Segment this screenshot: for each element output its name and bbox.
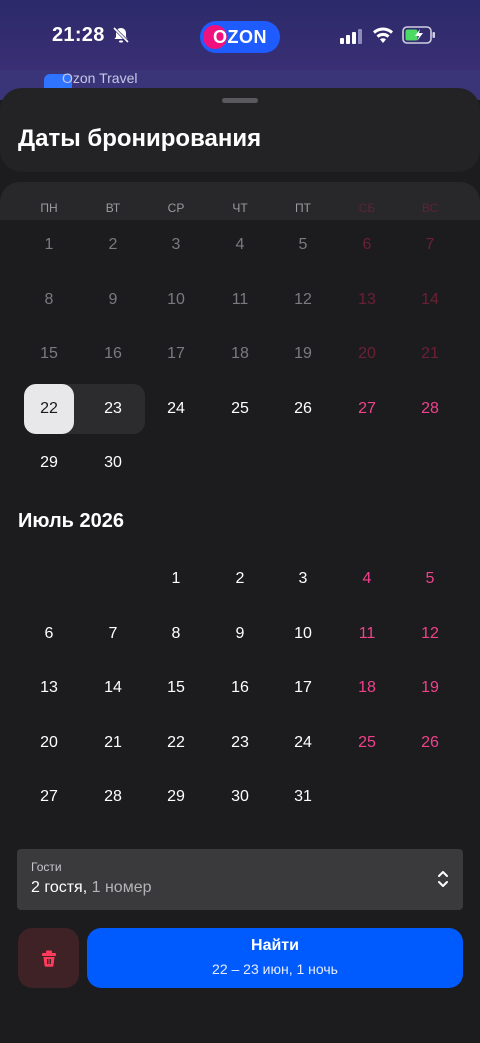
guests-selector[interactable]: Гости 2 гостя, 1 номер xyxy=(17,849,463,910)
calendar-day[interactable]: 25 xyxy=(342,718,392,768)
calendar-day[interactable]: 8 xyxy=(151,609,201,659)
calendar-day[interactable]: 30 xyxy=(88,438,138,488)
calendar-day[interactable]: 14 xyxy=(88,663,138,713)
calendar-day[interactable]: 30 xyxy=(215,772,265,822)
calendar-day[interactable]: 6 xyxy=(342,220,392,270)
calendar-day[interactable]: 7 xyxy=(88,609,138,659)
calendar-day[interactable]: 9 xyxy=(215,609,265,659)
weekday-label: ПН xyxy=(40,201,58,215)
calendar-day[interactable]: 22 xyxy=(24,383,74,434)
status-bar: 21:28 OZON xyxy=(0,0,480,70)
calendar-day[interactable]: 9 xyxy=(88,275,138,325)
calendar-day[interactable]: 21 xyxy=(405,329,455,379)
calendar-day[interactable]: 3 xyxy=(278,554,328,604)
calendar-day[interactable]: 16 xyxy=(215,663,265,713)
ozon-badge-text: OZON xyxy=(213,26,267,47)
calendar-day[interactable]: 12 xyxy=(405,609,455,659)
calendar-day[interactable]: 14 xyxy=(405,275,455,325)
calendar-day[interactable]: 27 xyxy=(342,384,392,434)
calendar-day[interactable]: 10 xyxy=(278,609,328,659)
calendar-day[interactable]: 5 xyxy=(405,554,455,604)
calendar-day[interactable]: 16 xyxy=(88,329,138,379)
calendar-day[interactable]: 18 xyxy=(342,663,392,713)
calendar-day[interactable]: 28 xyxy=(405,384,455,434)
calendar-day[interactable]: 17 xyxy=(151,329,201,379)
weekday-label: СБ xyxy=(358,201,376,215)
guests-label: Гости xyxy=(31,860,62,874)
calendar-day[interactable]: 2 xyxy=(88,220,138,270)
calendar-day[interactable]: 11 xyxy=(342,609,392,659)
weekday-label: ЧТ xyxy=(232,201,248,215)
calendar-day[interactable]: 7 xyxy=(405,220,455,270)
bell-muted-icon xyxy=(112,26,130,44)
status-time: 21:28 xyxy=(52,24,105,46)
sheet-grabber[interactable] xyxy=(222,98,258,103)
calendar-day[interactable]: 4 xyxy=(215,220,265,270)
calendar-day[interactable]: 11 xyxy=(215,275,265,325)
calendar-day[interactable]: 29 xyxy=(151,772,201,822)
battery-charging-icon xyxy=(402,26,435,44)
calendar-day[interactable]: 18 xyxy=(215,329,265,379)
month-title-july: Июль 2026 xyxy=(18,510,125,532)
calendar-day[interactable]: 13 xyxy=(24,663,74,713)
calendar-day[interactable]: 24 xyxy=(278,718,328,768)
calendar-day[interactable]: 20 xyxy=(24,718,74,768)
calendar-day[interactable]: 3 xyxy=(151,220,201,270)
find-button-label: Найти xyxy=(251,937,299,954)
calendar-day[interactable]: 23 xyxy=(88,384,138,434)
background-app-title: Ozon Travel xyxy=(62,70,138,86)
calendar-day[interactable]: 28 xyxy=(88,772,138,822)
calendar-day[interactable]: 23 xyxy=(215,718,265,768)
calendar-day[interactable]: 31 xyxy=(278,772,328,822)
calendar-day[interactable]: 21 xyxy=(88,718,138,768)
weekday-label: ВС xyxy=(421,201,439,215)
weekday-label: ВТ xyxy=(105,201,121,215)
calendar-day[interactable]: 2 xyxy=(215,554,265,604)
calendar-day[interactable]: 29 xyxy=(24,438,74,488)
calendar-day[interactable]: 8 xyxy=(24,275,74,325)
calendar-day[interactable]: 1 xyxy=(24,220,74,270)
guests-value: 2 гостя, 1 номер xyxy=(31,879,152,897)
calendar-day[interactable]: 5 xyxy=(278,220,328,270)
rooms-count: 1 номер xyxy=(87,879,152,896)
clear-dates-button[interactable] xyxy=(18,928,79,988)
weekday-label: ПТ xyxy=(295,201,311,215)
ozon-app-badge[interactable]: OZON xyxy=(200,21,280,53)
find-button-subtitle: 22 – 23 июн, 1 ночь xyxy=(212,961,338,977)
sheet-title: Даты бронирования xyxy=(18,125,262,152)
find-button[interactable]: Найти 22 – 23 июн, 1 ночь xyxy=(87,928,463,988)
wifi-icon xyxy=(373,27,393,43)
calendar-day[interactable]: 10 xyxy=(151,275,201,325)
calendar-day[interactable]: 26 xyxy=(278,384,328,434)
calendar-day[interactable]: 15 xyxy=(24,329,74,379)
calendar-day[interactable]: 25 xyxy=(215,384,265,434)
calendar-day[interactable]: 6 xyxy=(24,609,74,659)
calendar-day[interactable]: 13 xyxy=(342,275,392,325)
calendar-day[interactable]: 15 xyxy=(151,663,201,713)
calendar-day[interactable]: 26 xyxy=(405,718,455,768)
calendar-day[interactable]: 19 xyxy=(405,663,455,713)
calendar-day[interactable]: 12 xyxy=(278,275,328,325)
sheet-header: Даты бронирования xyxy=(0,88,480,172)
calendar-day[interactable]: 22 xyxy=(151,718,201,768)
cellular-signal-icon xyxy=(340,29,362,44)
guests-count: 2 гостя, xyxy=(31,879,88,896)
calendar-day[interactable]: 4 xyxy=(342,554,392,604)
weekday-label: СР xyxy=(167,201,185,215)
calendar-day[interactable]: 1 xyxy=(151,554,201,604)
calendar-day[interactable]: 19 xyxy=(278,329,328,379)
calendar-day[interactable]: 24 xyxy=(151,384,201,434)
trash-icon xyxy=(41,950,56,967)
calendar-day[interactable]: 20 xyxy=(342,329,392,379)
calendar-day[interactable]: 17 xyxy=(278,663,328,713)
chevron-up-down-icon xyxy=(438,871,448,887)
calendar-day[interactable]: 27 xyxy=(24,772,74,822)
weekday-header: ПН ВТ СР ЧТ ПТ СБ ВС xyxy=(0,182,480,220)
